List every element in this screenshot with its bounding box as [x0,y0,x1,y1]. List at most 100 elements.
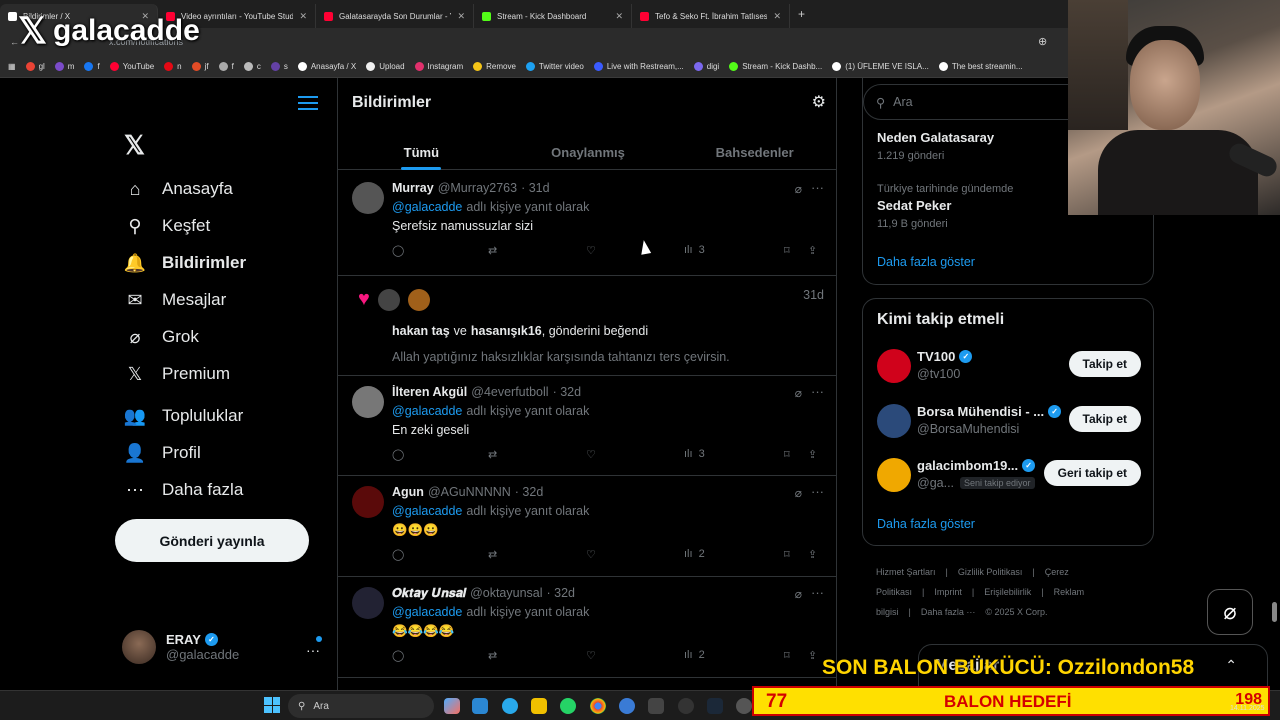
author-name[interactable]: Murray [392,181,434,195]
close-icon[interactable]: ✕ [773,11,781,22]
obs-app-icon[interactable] [648,698,664,714]
like-button[interactable]: ♡ [586,244,596,257]
repost-button[interactable]: ⇄ [488,244,497,257]
avatar[interactable] [877,458,911,492]
bookmark-item[interactable]: Instagram [414,62,463,71]
bookmark-item[interactable]: n [164,62,182,71]
footer-link[interactable]: Erişilebilirlik [984,587,1031,597]
like-button[interactable]: ♡ [586,649,596,662]
liker-name[interactable]: hasanışık16 [471,324,542,338]
chatgpt-app-icon[interactable] [736,698,752,714]
chrome-app-icon[interactable] [590,698,606,714]
more-horizontal-icon[interactable]: ··· [811,384,824,399]
follow-button[interactable]: Geri takip et [1043,460,1141,486]
tab-youtube-video[interactable]: Galatasarayda Son Durumlar - Yo... ✕ [316,4,474,28]
bookmark-item[interactable]: f [218,62,234,71]
mention-link[interactable]: @galacadde [392,404,462,418]
like-notification[interactable]: ♥ 31d hakan taş ve hasanışık16, gönderini be… [338,276,836,376]
nav-item-home[interactable]: ⌂ Anasayfa [124,178,233,200]
suggestion-name[interactable]: Borsa Mühendisi - ... [917,404,1044,419]
footer-link[interactable]: Gizlilik Politikası [958,567,1023,577]
repost-button[interactable]: ⇄ [488,448,497,461]
reply-button[interactable]: ◯ [392,548,404,561]
bookmark-item[interactable]: Upload [366,62,405,71]
suggestion-name[interactable]: TV100 [917,349,955,364]
more-horizontal-icon[interactable]: ··· [811,484,824,499]
share-button[interactable]: ⇪ [808,448,817,461]
bookmark-item[interactable]: gl [25,62,45,71]
liker-name[interactable]: hakan taş [392,324,450,338]
tab-verified[interactable]: Onaylanmış [505,134,672,170]
views-button[interactable]: ılı 3 [684,448,705,460]
reply-notification[interactable]: 𝑶𝒌𝒕𝒂𝒚 𝑼𝒏𝒔𝒂𝒍 @oktayunsal · 32d @galacadde adl… [338,577,836,678]
follow-suggestion[interactable]: Borsa Mühendisi - ... ✓ @BorsaMuhendisi Tak… [877,402,1141,442]
bookmark-item[interactable]: digi [693,62,719,71]
trends-show-more-link[interactable]: Daha fazla göster [877,255,975,269]
store-app-icon[interactable] [472,698,488,714]
tab-all[interactable]: Tümü [338,134,505,170]
repost-button[interactable]: ⇄ [488,649,497,662]
new-tab-button[interactable]: + [790,7,813,21]
bookmark-item[interactable]: c [243,62,261,71]
author-name[interactable]: İlteren Akgül [392,385,467,399]
tab-music-video[interactable]: Tefo & Seko Ft. İbrahim Tatlıses ✕ [632,4,790,28]
zoom-icon[interactable]: ⊕ [1038,35,1047,48]
avatar[interactable] [352,386,384,418]
app-icon[interactable] [678,698,694,714]
windows-start-icon[interactable] [264,697,280,713]
nav-item-grok[interactable]: ⌀ Grok [124,326,199,348]
tab-mentions[interactable]: Bahsedenler [671,134,836,170]
page-scrollbar[interactable] [1272,602,1277,622]
avatar[interactable] [377,288,400,311]
tab-kick-dashboard[interactable]: Stream - Kick Dashboard ✕ [474,4,632,28]
reply-button[interactable]: ◯ [392,244,404,257]
more-horizontal-icon[interactable]: ··· [811,180,824,195]
bookmark-item[interactable]: (1) ÜFLEME VE ISLA... [832,62,929,71]
avatar[interactable] [352,587,384,619]
bookmark-button[interactable]: ⌑ [784,448,790,461]
follow-suggestion[interactable]: galacimbom19... ✓ @ga... Seni takip ediyor G… [877,456,1141,496]
telegram-app-icon[interactable] [502,698,518,714]
trend-title[interactable]: Sedat Peker [877,198,951,213]
bookmark-item[interactable]: Anasayfa / X [297,62,356,71]
edge-app-icon[interactable] [619,698,635,714]
grok-icon[interactable]: ⌀ [795,486,802,500]
views-button[interactable]: ılı 2 [684,649,705,661]
nav-item-communities[interactable]: 👥 Topluluklar [124,405,243,427]
bookmark-button[interactable]: ⌑ [784,649,790,662]
chevron-up-icon[interactable]: ⌃ [1225,657,1237,674]
close-icon[interactable]: ✕ [457,11,465,22]
follow-button[interactable]: Takip et [1068,351,1141,377]
avatar[interactable] [352,486,384,518]
whatsapp-app-icon[interactable] [560,698,576,714]
folder-app-icon[interactable] [531,698,547,714]
bookmark-button[interactable]: ⌑ [784,244,790,257]
grok-icon[interactable]: ⌀ [795,182,802,196]
footer-link[interactable]: Hizmet Şartları [876,567,936,577]
views-button[interactable]: ılı 3 [684,244,705,256]
footer-link[interactable]: Daha fazla ··· [921,607,976,617]
reply-button[interactable]: ◯ [392,649,404,662]
suggestion-name[interactable]: galacimbom19... [917,458,1018,473]
nav-item-mail[interactable]: ✉ Mesajlar [124,289,226,311]
repost-button[interactable]: ⇄ [488,548,497,561]
bookmark-item[interactable]: The best streamin... [938,62,1023,71]
footer-link[interactable]: © 2025 X Corp. [985,607,1047,617]
nav-item-profile[interactable]: 👤 Profil [124,442,201,464]
hamburger-menu-icon[interactable] [298,96,318,114]
bookmark-item[interactable]: Twitter video [525,62,584,71]
bookmark-item[interactable]: jf [191,62,209,71]
mention-link[interactable]: @galacadde [392,504,462,518]
share-button[interactable]: ⇪ [808,244,817,257]
close-icon[interactable]: ✕ [299,11,307,22]
post-button[interactable]: Gönderi yayınla [115,519,309,562]
bookmark-item[interactable]: m [54,62,74,71]
bookmark-item[interactable]: YouTube [109,62,154,71]
like-button[interactable]: ♡ [586,448,596,461]
footer-link[interactable]: Imprint [934,587,962,597]
account-switcher[interactable]: ERAY ✓ @galacadde ··· [122,630,322,664]
nav-item-bell[interactable]: 🔔 Bildirimler [124,252,246,274]
taskbar-search[interactable]: ⚲ Ara [288,694,434,718]
nav-item-more-circle[interactable]: ⋯ Daha fazla [124,479,243,501]
avatar[interactable] [352,182,384,214]
